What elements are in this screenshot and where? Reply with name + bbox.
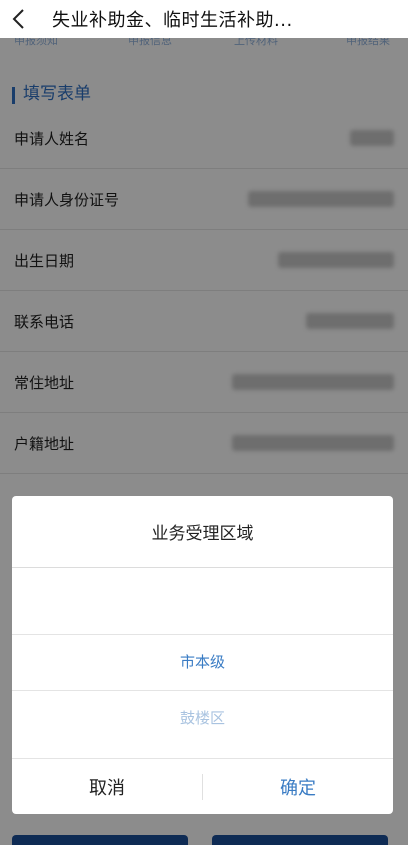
picker-divider	[12, 690, 393, 691]
picker-option-selected[interactable]: 市本级	[12, 642, 393, 682]
chevron-left-icon	[12, 9, 24, 29]
picker-divider	[12, 634, 393, 635]
picker-option[interactable]: 鼓楼区	[12, 698, 393, 738]
cancel-button[interactable]: 取消	[12, 759, 202, 814]
page-title: 失业补助金、临时生活补助...	[52, 10, 293, 31]
confirm-button[interactable]: 确定	[203, 759, 393, 814]
region-picker[interactable]: 市本级 鼓楼区	[12, 568, 393, 758]
back-button[interactable]	[0, 0, 38, 38]
dialog-title: 业务受理区域	[12, 496, 393, 568]
top-nav-bar: 失业补助金、临时生活补助...	[0, 0, 408, 38]
dialog-actions: 取消 确定	[12, 758, 393, 814]
region-picker-dialog: 业务受理区域 市本级 鼓楼区 取消 确定	[12, 496, 393, 814]
